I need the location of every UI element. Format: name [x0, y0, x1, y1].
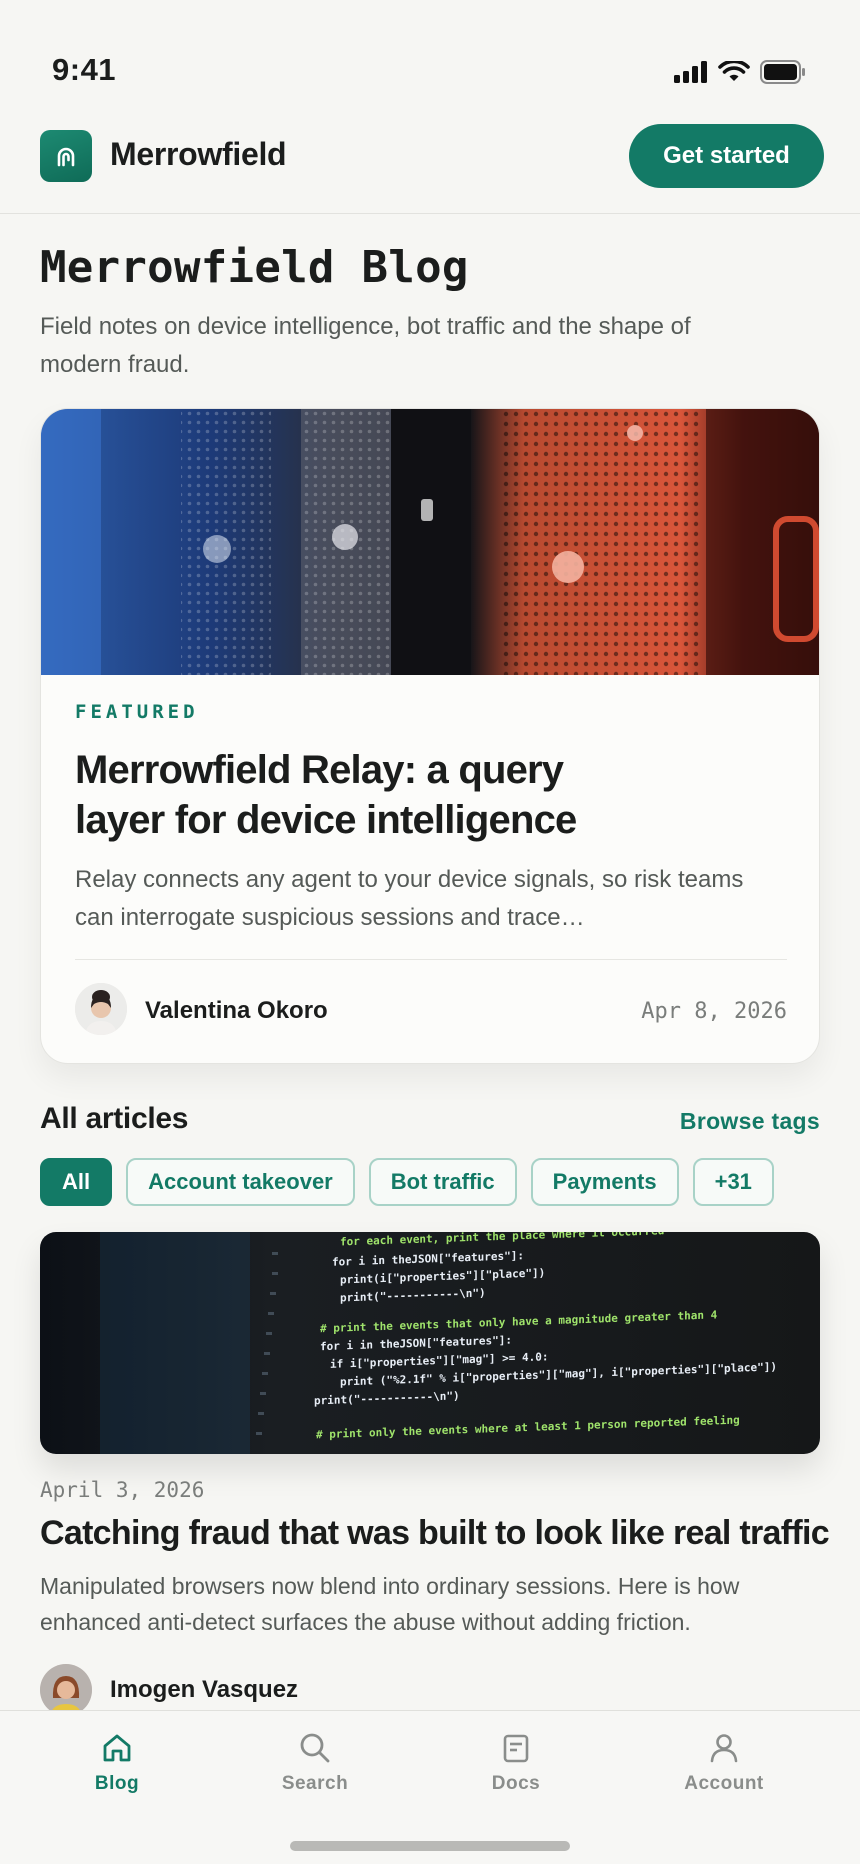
tab-docs[interactable]: Docs	[436, 1731, 596, 1795]
status-icons	[674, 60, 806, 84]
tab-account[interactable]: Account	[644, 1731, 804, 1795]
article-author-name: Imogen Vasquez	[110, 1676, 299, 1703]
home-indicator	[290, 1841, 570, 1851]
chip-all[interactable]: All	[40, 1158, 113, 1206]
get-started-button[interactable]: Get started	[629, 124, 824, 188]
tab-blog[interactable]: Blog	[37, 1731, 197, 1795]
tab-label: Account	[684, 1773, 764, 1794]
article-title[interactable]: Catching fraud that was built to look li…	[40, 1514, 830, 1553]
tab-search[interactable]: Search	[235, 1731, 395, 1795]
tab-label: Blog	[94, 1773, 140, 1794]
account-icon	[710, 1734, 738, 1763]
document-icon	[503, 1734, 529, 1763]
featured-kicker: FEATURED	[75, 701, 199, 723]
home-icon	[103, 1734, 131, 1762]
cellular-signal-icon	[674, 61, 707, 83]
wifi-icon	[718, 61, 750, 81]
tab-label: Search	[281, 1773, 349, 1794]
card-divider	[75, 959, 787, 960]
tab-label: Docs	[491, 1773, 541, 1794]
chip-account-takeover[interactable]: Account takeover	[126, 1158, 355, 1206]
tag-filter-chips: All Account takeover Bot traffic Payment…	[40, 1158, 774, 1206]
chip-payments[interactable]: Payments	[530, 1158, 679, 1206]
article-date: April 3, 2026	[40, 1478, 205, 1502]
browse-tags-link[interactable]: Browse tags	[680, 1108, 820, 1135]
battery-icon	[760, 60, 805, 84]
featured-title[interactable]: Merrowfield Relay: a query layer for dev…	[75, 745, 635, 845]
page-subtitle: Field notes on device intelligence, bot …	[40, 313, 691, 378]
bottom-tab-bar: Blog Search Docs Account	[0, 1710, 860, 1864]
featured-author-name: Valentina Okoro	[145, 997, 328, 1024]
chip-more-tags[interactable]: +31	[692, 1158, 774, 1206]
app-header: Merrowfield Get started	[0, 110, 860, 214]
brand-logo-icon[interactable]	[40, 130, 92, 182]
all-articles-heading: All articles	[40, 1102, 189, 1135]
article-excerpt: Manipulated browsers now blend into ordi…	[40, 1573, 740, 1635]
avatar	[40, 1664, 92, 1716]
chip-bot-traffic[interactable]: Bot traffic	[368, 1158, 517, 1206]
status-bar: 9:41	[0, 0, 860, 110]
featured-article-card[interactable]: FEATURED Merrowfield Relay: a query laye…	[40, 408, 820, 1064]
brand-name[interactable]: Merrowfield	[110, 136, 287, 173]
featured-date: Apr 8, 2026	[641, 999, 787, 1024]
status-time: 9:41	[52, 52, 117, 87]
avatar	[75, 983, 127, 1035]
page-title: Merrowfield Blog	[40, 242, 469, 293]
featured-server-image	[41, 409, 819, 675]
article-code-image[interactable]: for each event, print the place where it…	[40, 1232, 820, 1454]
search-icon	[300, 1733, 330, 1763]
featured-excerpt: Relay connects any agent to your device …	[75, 866, 744, 931]
